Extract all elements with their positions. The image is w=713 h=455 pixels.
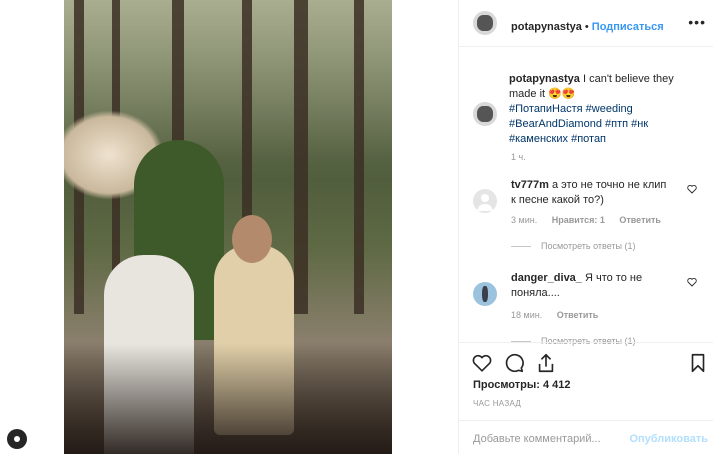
share-icon[interactable] (535, 352, 557, 374)
caption-time[interactable]: 1 ч. (511, 152, 526, 162)
heart-icon[interactable] (471, 352, 493, 374)
crowd-foreground (64, 344, 392, 454)
post-caption: potapynastya I can't believe they made i… (509, 72, 699, 147)
avatar[interactable] (473, 282, 497, 306)
comment-likes[interactable]: Нравится: 1 (552, 215, 605, 225)
comment-icon[interactable] (503, 352, 525, 374)
help-icon[interactable] (7, 429, 27, 449)
comment-time[interactable]: 18 мин. (511, 310, 542, 320)
comment-meta: 3 мин. Нравится: 1 Ответить (511, 215, 661, 225)
like-comment-icon[interactable] (687, 184, 697, 194)
groom-head (232, 215, 272, 263)
reply-button[interactable]: Ответить (619, 215, 661, 225)
like-comment-icon[interactable] (687, 277, 697, 287)
comment-form: Добавьте комментарий... Опубликовать (459, 420, 713, 455)
default-avatar-icon[interactable] (473, 189, 497, 213)
post-video[interactable] (64, 0, 392, 454)
comment-meta: 18 мин. Ответить (511, 310, 598, 320)
follow-button[interactable]: Подписаться (592, 21, 664, 33)
view-replies-label: Посмотреть ответы (1) (541, 241, 636, 251)
comment-username[interactable]: danger_diva_ (511, 272, 582, 284)
avatar[interactable] (473, 102, 497, 126)
publish-button[interactable]: Опубликовать (629, 433, 708, 445)
views-count[interactable]: Просмотры: 4 412 (473, 379, 571, 391)
view-replies-button[interactable]: Посмотреть ответы (1) (511, 241, 636, 251)
post-time[interactable]: ЧАС НАЗАД (473, 399, 521, 408)
divider (511, 245, 531, 247)
comment-input[interactable]: Добавьте комментарий... (473, 433, 601, 445)
comment-username[interactable]: tv777m (511, 179, 549, 191)
hashtag[interactable]: #потап (571, 133, 606, 145)
ellipsis-icon[interactable]: ••• (688, 14, 706, 30)
tree-trunk (354, 0, 364, 314)
hashtag[interactable]: #weeding (586, 103, 633, 115)
header-username[interactable]: potapynastya (511, 21, 582, 33)
reply-button[interactable]: Ответить (557, 310, 599, 320)
action-bar (459, 342, 713, 383)
comment-time[interactable]: 3 мин. (511, 215, 537, 225)
comment: danger_diva_ Я что то не поняла.... (511, 271, 671, 301)
avatar[interactable] (473, 11, 497, 35)
post-header: potapynastya • Подписаться ••• (459, 0, 713, 47)
comment: tv777m а это не точно не клип к песне ка… (511, 178, 671, 208)
caption-username[interactable]: potapynastya (509, 73, 580, 85)
left-margin (0, 0, 64, 454)
tree-trunk (294, 0, 308, 314)
separator-dot: • (584, 21, 589, 33)
bookmark-icon[interactable] (687, 352, 709, 374)
hashtag[interactable]: #BearAndDiamond (509, 118, 602, 130)
hashtag[interactable]: #нк (631, 118, 648, 130)
post-side-panel: potapynastya • Подписаться ••• potapynasty… (458, 0, 713, 454)
hashtag[interactable]: #птп (605, 118, 628, 130)
hashtag[interactable]: #ПотапиНастя (509, 103, 583, 115)
hashtag[interactable]: #каменских (509, 133, 568, 145)
header-line: potapynastya • Подписаться (511, 17, 664, 35)
